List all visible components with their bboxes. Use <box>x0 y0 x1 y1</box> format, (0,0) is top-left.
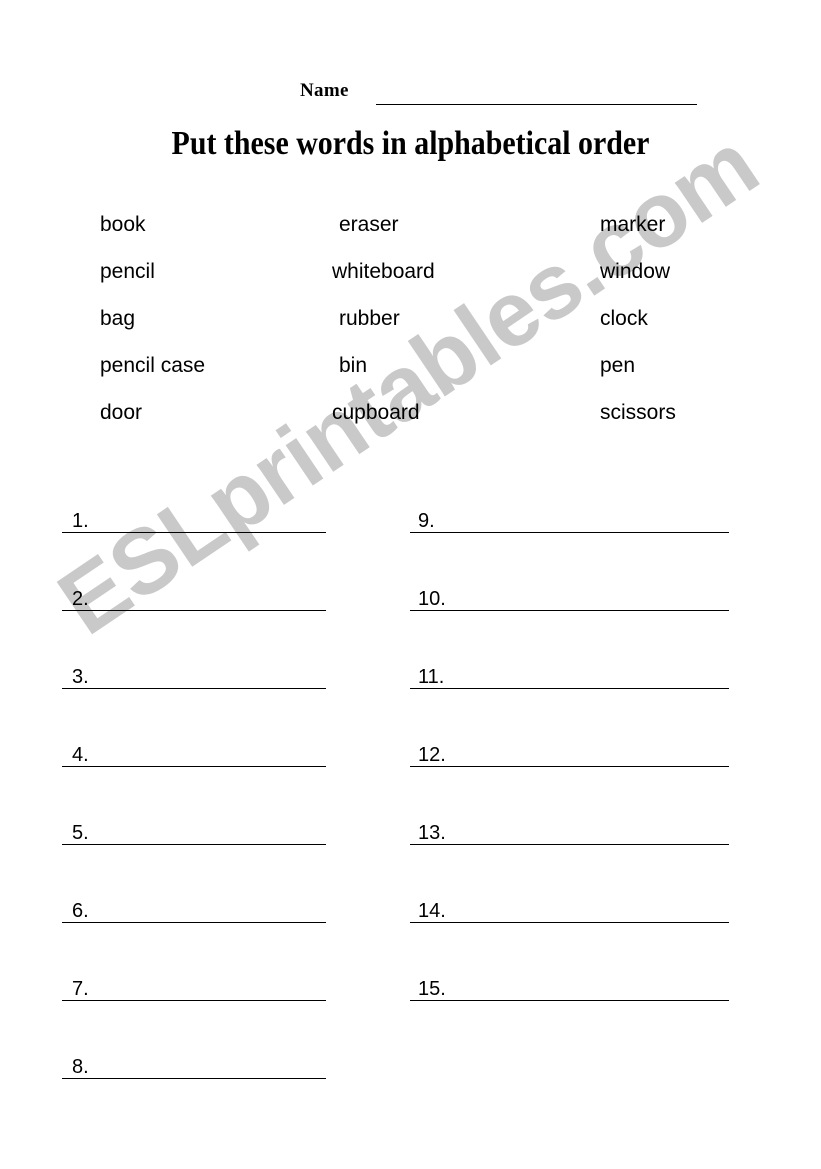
answer-rule <box>62 532 326 533</box>
name-input-line[interactable] <box>376 104 697 105</box>
answer-rule <box>62 688 326 689</box>
word-item: pencil case <box>100 354 206 377</box>
answer-line-6[interactable]: 6. <box>62 897 326 923</box>
answer-line-3[interactable]: 3. <box>62 663 326 689</box>
word-item: pen <box>600 354 636 377</box>
answer-number: 4. <box>72 744 89 766</box>
answer-line-7[interactable]: 7. <box>62 975 326 1001</box>
word-item: door <box>100 401 143 424</box>
answer-line-2[interactable]: 2. <box>62 585 326 611</box>
answer-line-5[interactable]: 5. <box>62 819 326 845</box>
answer-number: 3. <box>72 666 89 688</box>
word-bank: book eraser marker pencil whiteboard win… <box>0 212 821 437</box>
answer-rule <box>62 844 326 845</box>
answer-rule <box>410 844 729 845</box>
answer-rule <box>410 688 729 689</box>
answer-number: 8. <box>72 1056 89 1078</box>
word-item: window <box>600 260 671 283</box>
answer-rule <box>410 610 729 611</box>
word-item: eraser <box>339 213 399 236</box>
answer-number: 12. <box>418 744 446 766</box>
word-item: whiteboard <box>332 260 435 283</box>
answer-rule <box>62 1078 326 1079</box>
answer-number: 10. <box>418 588 446 610</box>
answer-line-11[interactable]: 11. <box>410 663 729 689</box>
word-row: book eraser marker <box>0 212 821 259</box>
word-item: bin <box>339 354 368 377</box>
answer-rule <box>62 766 326 767</box>
word-item: marker <box>600 213 666 236</box>
answer-line-1[interactable]: 1. <box>62 507 326 533</box>
answer-rule <box>410 532 729 533</box>
answer-line-10[interactable]: 10. <box>410 585 729 611</box>
answer-line-13[interactable]: 13. <box>410 819 729 845</box>
answer-number: 2. <box>72 588 89 610</box>
word-item: rubber <box>339 307 400 330</box>
answer-number: 15. <box>418 978 446 1000</box>
answer-rule <box>410 1000 729 1001</box>
answer-number: 11. <box>418 666 445 688</box>
word-item: scissors <box>600 401 676 424</box>
page-title: Put these words in alphabetical order <box>171 125 650 162</box>
word-row: bag rubber clock <box>0 306 821 353</box>
worksheet-page: ESLprintables.com Name Put these words i… <box>0 0 821 1169</box>
answer-rule <box>62 610 326 611</box>
answer-number: 14. <box>418 900 446 922</box>
answer-line-14[interactable]: 14. <box>410 897 729 923</box>
word-row: pencil whiteboard window <box>0 259 821 306</box>
word-row: pencil case bin pen <box>0 353 821 400</box>
answer-rule <box>410 766 729 767</box>
answer-line-8[interactable]: 8. <box>62 1053 326 1079</box>
word-item: book <box>100 213 146 236</box>
answer-line-12[interactable]: 12. <box>410 741 729 767</box>
answer-line-4[interactable]: 4. <box>62 741 326 767</box>
answer-lines: 1. 2. 3. 4. 5. 6. 7. 8. 9. 10. 11. 12. 1… <box>0 0 821 1169</box>
answer-rule <box>62 922 326 923</box>
name-row: Name <box>0 80 821 110</box>
answer-number: 1. <box>72 510 89 532</box>
answer-rule <box>62 1000 326 1001</box>
answer-line-9[interactable]: 9. <box>410 507 729 533</box>
answer-number: 9. <box>418 510 435 532</box>
name-label: Name <box>300 80 349 101</box>
answer-line-15[interactable]: 15. <box>410 975 729 1001</box>
answer-number: 7. <box>72 978 89 1000</box>
word-item: cupboard <box>332 401 420 424</box>
answer-number: 5. <box>72 822 89 844</box>
word-row: door cupboard scissors <box>0 400 821 447</box>
answer-number: 6. <box>72 900 89 922</box>
answer-number: 13. <box>418 822 446 844</box>
word-item: clock <box>600 307 648 330</box>
word-item: pencil <box>100 260 155 283</box>
answer-rule <box>410 922 729 923</box>
word-item: bag <box>100 307 136 330</box>
